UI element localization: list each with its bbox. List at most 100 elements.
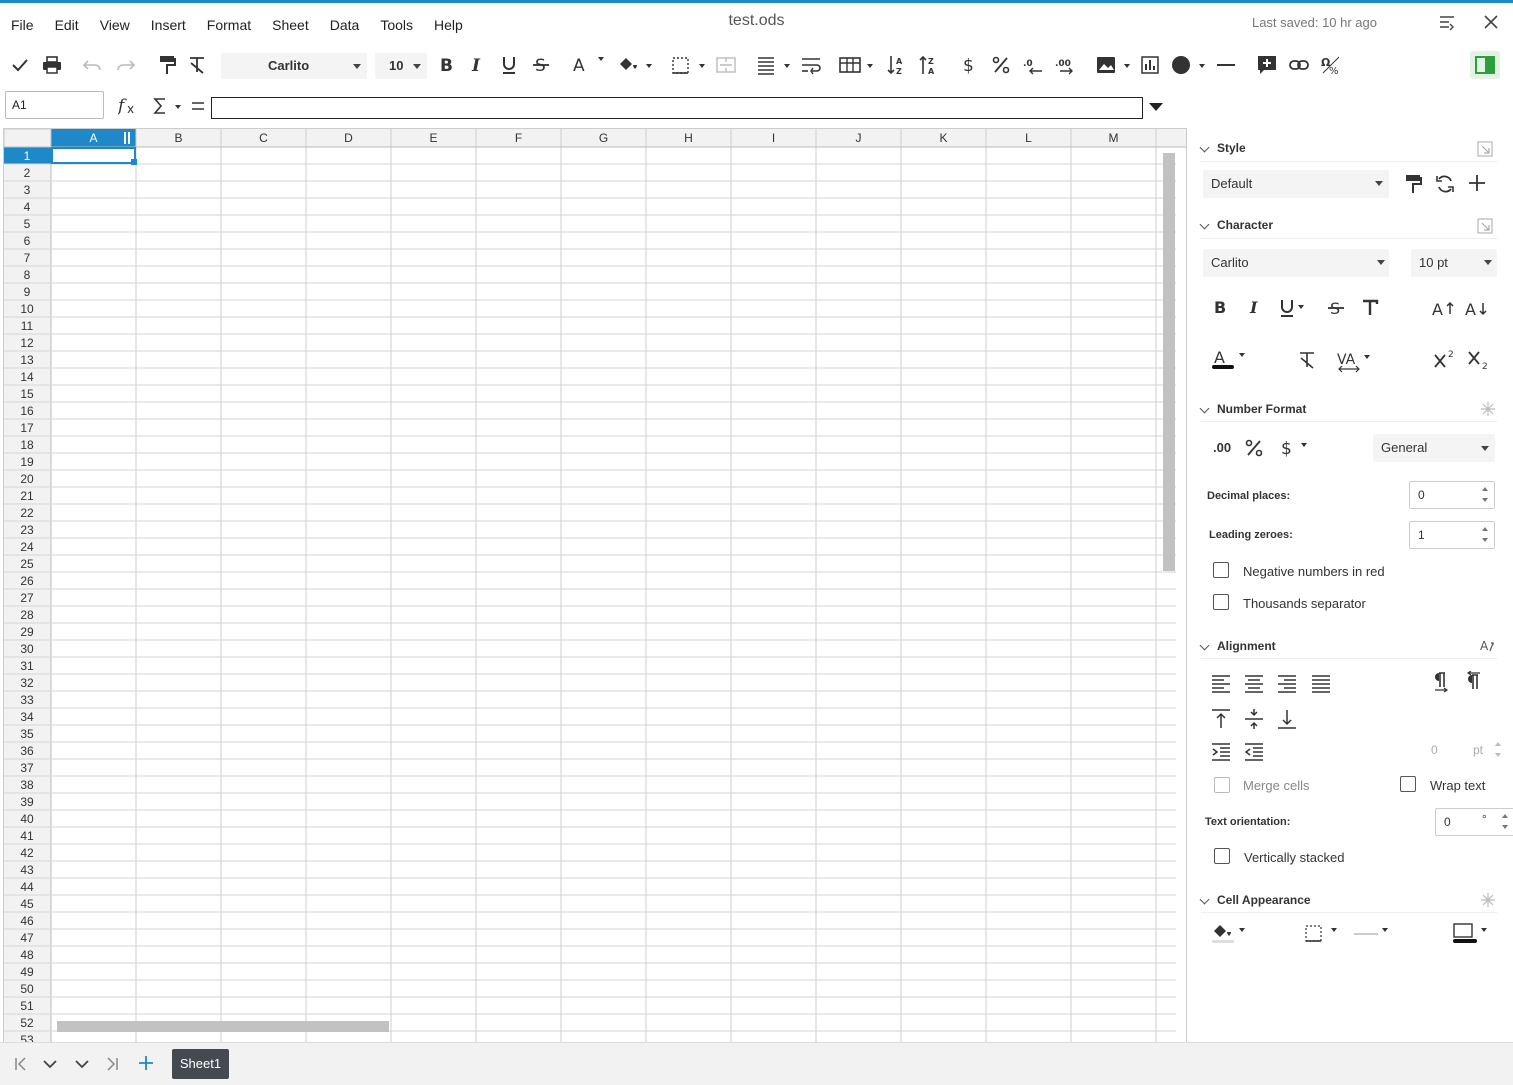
row-header[interactable]: 14	[20, 370, 34, 384]
column-header[interactable]: L	[1025, 131, 1032, 145]
horizontal-scrollbar[interactable]	[57, 1021, 389, 1032]
cell-appearance-section-header[interactable]: Cell Appearance	[1199, 893, 1311, 907]
decimal-format-button[interactable]: .00	[1213, 440, 1231, 455]
insert-comment-icon[interactable]	[1256, 53, 1278, 77]
insert-shape-icon[interactable]	[1170, 53, 1210, 77]
row-header[interactable]: 8	[24, 268, 31, 282]
collapse-chevron-icon[interactable]	[1199, 142, 1210, 153]
font-name-select[interactable]: Carlito	[221, 53, 367, 79]
spin-down-icon[interactable]	[1482, 498, 1488, 502]
spin-up-icon[interactable]	[1502, 814, 1508, 818]
row-header[interactable]: 4	[24, 200, 31, 214]
spin-up-icon[interactable]	[1482, 487, 1488, 491]
menu-insert[interactable]: Insert	[140, 3, 196, 43]
sidebar-underline-icon[interactable]	[1279, 298, 1311, 321]
sidebar-clear-format-icon[interactable]	[1297, 350, 1317, 373]
sidebar-bold-icon[interactable]: B	[1213, 298, 1229, 319]
collapse-chevron-icon[interactable]	[1199, 219, 1210, 230]
row-header[interactable]: 26	[20, 574, 34, 588]
row-header[interactable]: 42	[20, 846, 34, 860]
sidebar-percent-icon[interactable]	[1244, 438, 1264, 461]
sheet-tab[interactable]: Sheet1	[172, 1049, 229, 1079]
column-header[interactable]: K	[939, 131, 947, 145]
menu-edit[interactable]: Edit	[44, 3, 89, 43]
insert-table-icon[interactable]	[838, 53, 878, 77]
merge-cells-icon[interactable]	[714, 53, 738, 77]
alignment-more-options-icon[interactable]: A	[1480, 637, 1498, 658]
sidebar-italic-icon[interactable]: I	[1247, 298, 1263, 319]
column-header[interactable]: G	[599, 131, 608, 145]
sidebar-toggle-icon[interactable]	[1470, 51, 1500, 79]
function-wizard-icon[interactable]: fx	[116, 95, 142, 122]
column-header[interactable]: F	[515, 131, 522, 145]
menu-data[interactable]: Data	[319, 3, 370, 43]
sidebar-font-dropdown-icon[interactable]	[1377, 260, 1385, 265]
sidebar-strikethrough-icon[interactable]: S	[1327, 298, 1345, 321]
italic-icon[interactable]: I	[466, 53, 488, 77]
column-resize-handle[interactable]	[124, 132, 126, 144]
spin-down-icon[interactable]	[1495, 753, 1501, 757]
row-header[interactable]: 32	[20, 676, 34, 690]
column-header[interactable]: H	[684, 131, 693, 145]
undo-icon[interactable]	[82, 53, 104, 77]
spreadsheet-grid[interactable]: A B C D E F G H I J K L M 1 2 3 4 5 6 7 8 9 10 11 12 13 14 15 16 17 18…	[3, 128, 1186, 1042]
spin-up-icon[interactable]	[1495, 742, 1501, 746]
underline-icon[interactable]	[498, 53, 520, 77]
row-header[interactable]: 28	[20, 608, 34, 622]
decrease-font-size-icon[interactable]: A	[1464, 298, 1488, 321]
number-format-more-options-icon[interactable]	[1480, 401, 1496, 420]
row-header[interactable]: 49	[20, 965, 34, 979]
row-header[interactable]: 34	[20, 710, 34, 724]
cell-style-dropdown-icon[interactable]	[1375, 181, 1383, 186]
row-header[interactable]: 15	[20, 387, 34, 401]
row-header[interactable]: 27	[20, 591, 34, 605]
update-style-icon[interactable]	[1435, 173, 1455, 198]
menu-sheet[interactable]: Sheet	[261, 3, 319, 43]
previous-sheet-icon[interactable]	[42, 1056, 58, 1077]
collapse-chevron-icon[interactable]	[1199, 640, 1210, 651]
row-header[interactable]: 11	[21, 319, 34, 333]
bold-icon[interactable]: B	[435, 53, 457, 77]
sort-descending-icon[interactable]: ZA	[918, 53, 940, 77]
row-header[interactable]: 6	[24, 234, 31, 248]
spin-down-icon[interactable]	[1482, 538, 1488, 542]
decrease-indent-icon[interactable]	[1244, 742, 1264, 765]
close-icon[interactable]	[1481, 12, 1501, 32]
column-header[interactable]: J	[856, 131, 862, 145]
row-header[interactable]: 16	[20, 404, 34, 418]
shadow-text-icon[interactable]	[1361, 298, 1379, 321]
column-header[interactable]: B	[174, 131, 182, 145]
increase-font-size-icon[interactable]: A	[1431, 298, 1455, 321]
row-header[interactable]: 20	[20, 472, 34, 486]
column-header[interactable]: A	[89, 131, 97, 145]
font-color-icon[interactable]: A	[571, 53, 607, 77]
align-icon[interactable]	[755, 53, 795, 77]
row-header[interactable]: 44	[20, 880, 34, 894]
row-header[interactable]: 25	[20, 557, 34, 571]
row-header[interactable]: 45	[20, 897, 34, 911]
row-header[interactable]: 30	[20, 642, 34, 656]
align-right-icon[interactable]	[1277, 673, 1297, 696]
character-section-header[interactable]: Character	[1199, 218, 1273, 232]
row-header[interactable]: 39	[20, 795, 34, 809]
subscript-icon[interactable]: 2	[1467, 348, 1491, 375]
thousands-separator-checkbox[interactable]	[1213, 594, 1229, 610]
background-color-icon[interactable]	[616, 53, 656, 77]
row-header[interactable]: 23	[20, 523, 34, 537]
number-format-section-header[interactable]: Number Format	[1199, 402, 1306, 416]
column-header[interactable]: M	[1109, 131, 1119, 145]
vertically-stacked-checkbox[interactable]	[1214, 848, 1230, 864]
last-sheet-icon[interactable]	[104, 1056, 120, 1077]
vertical-scrollbar[interactable]	[1163, 153, 1175, 571]
style-more-options-icon[interactable]	[1477, 141, 1493, 160]
column-resize-handle[interactable]	[128, 132, 130, 144]
row-header[interactable]: 5	[24, 217, 31, 231]
row-header[interactable]: 37	[20, 761, 34, 775]
sum-icon[interactable]	[151, 96, 183, 121]
first-sheet-icon[interactable]	[13, 1056, 29, 1077]
formula-input[interactable]	[211, 97, 1143, 119]
decimal-add-icon[interactable]: .00	[1054, 53, 1078, 77]
row-header[interactable]: 46	[20, 914, 34, 928]
sidebar-font-size-dropdown-icon[interactable]	[1484, 260, 1492, 265]
insert-line-icon[interactable]	[1214, 53, 1238, 77]
